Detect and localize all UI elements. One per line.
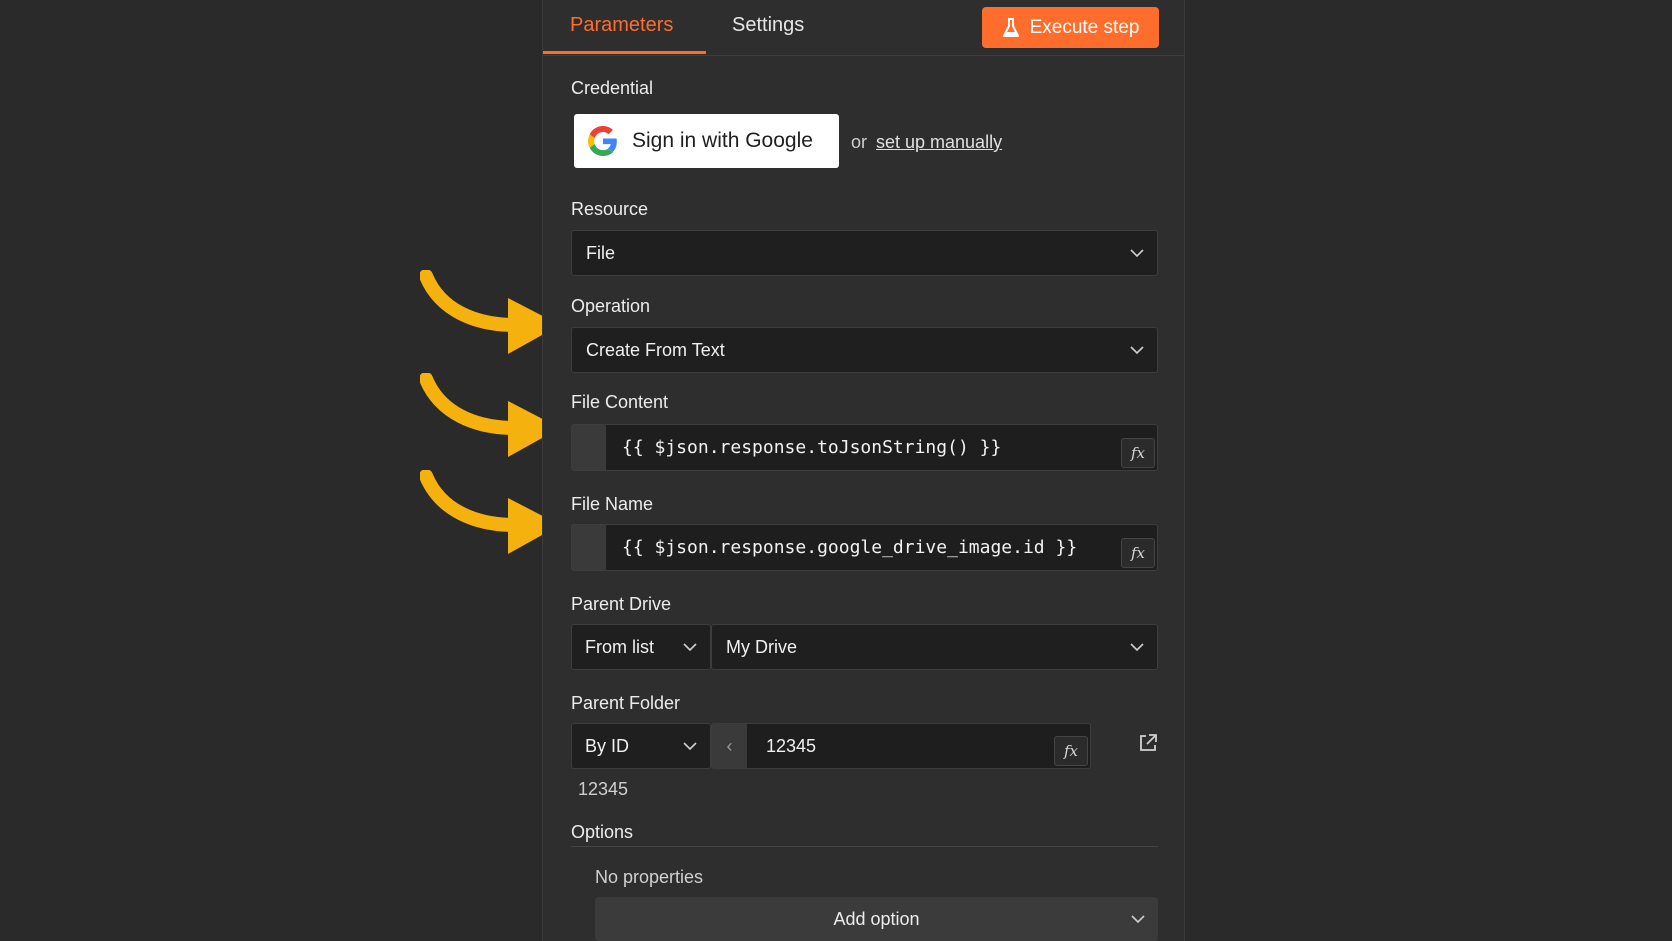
sign-in-with-google-button[interactable]: Sign in with Google [574,114,839,168]
fx-expression-button[interactable]: fx [1054,736,1088,766]
parent-folder-id-input[interactable]: ‹ 12345 fx [711,723,1091,769]
resource-select[interactable]: File [571,230,1158,276]
operation-label: Operation [571,296,651,316]
tab-bar: Parameters Settings Execute step [543,0,1184,56]
parent-drive-mode-select[interactable]: From list [571,624,711,670]
file-content-expression: {{ $json.response.toJsonString() }} [622,437,1002,458]
flask-icon [1002,17,1019,37]
parent-folder-mode-select[interactable]: By ID [571,723,711,769]
parent-folder-id-value: 12345 [766,736,817,756]
tab-settings[interactable]: Settings [732,14,804,37]
parent-drive-mode-value: From list [585,637,654,657]
chevron-down-icon [1130,346,1144,355]
chevron-down-icon [1130,643,1144,652]
node-parameters-panel: Parameters Settings Execute step Credent… [542,0,1185,941]
external-link-icon[interactable] [1137,732,1159,754]
execute-step-label: Execute step [1029,16,1140,38]
operation-value: Create From Text [586,340,725,360]
file-name-expression-input[interactable]: {{ $json.response.google_drive_image.id … [571,524,1158,571]
chevron-left-icon[interactable]: ‹ [712,724,747,768]
operation-select[interactable]: Create From Text [571,327,1158,373]
google-logo-icon [588,126,618,156]
parent-drive-select[interactable]: My Drive [711,624,1158,670]
add-option-label: Add option [833,909,920,929]
file-name-expression: {{ $json.response.google_drive_image.id … [622,537,1078,558]
no-properties-text: No properties [595,867,704,887]
drag-handle[interactable] [572,525,606,570]
add-option-button[interactable]: Add option [595,897,1158,941]
or-text: or [851,132,868,152]
parent-folder-label: Parent Folder [571,693,681,713]
execute-step-button[interactable]: Execute step [982,7,1159,48]
options-divider [571,846,1158,847]
file-content-label: File Content [571,392,669,412]
parent-folder-mode-value: By ID [585,736,630,756]
chevron-down-icon [683,742,697,751]
file-name-label: File Name [571,494,654,514]
chevron-down-icon [1130,249,1144,258]
set-up-manually-link[interactable]: set up manually [876,132,1002,153]
chevron-down-icon [1131,915,1145,924]
resource-value: File [586,243,616,263]
parent-folder-hint: 12345 [578,779,629,799]
parent-drive-label: Parent Drive [571,594,672,614]
file-content-expression-input[interactable]: {{ $json.response.toJsonString() }} fx [571,424,1158,471]
options-label: Options [571,822,634,842]
drag-handle[interactable] [572,425,606,470]
resource-label: Resource [571,199,649,219]
tab-parameters[interactable]: Parameters [570,14,673,37]
chevron-down-icon [683,643,697,652]
sign-in-with-google-label: Sign in with Google [632,129,813,152]
fx-expression-button[interactable]: fx [1121,438,1155,468]
fx-expression-button[interactable]: fx [1121,538,1155,568]
active-tab-indicator [543,51,706,54]
credential-label: Credential [571,78,654,98]
parent-drive-value: My Drive [726,637,797,657]
